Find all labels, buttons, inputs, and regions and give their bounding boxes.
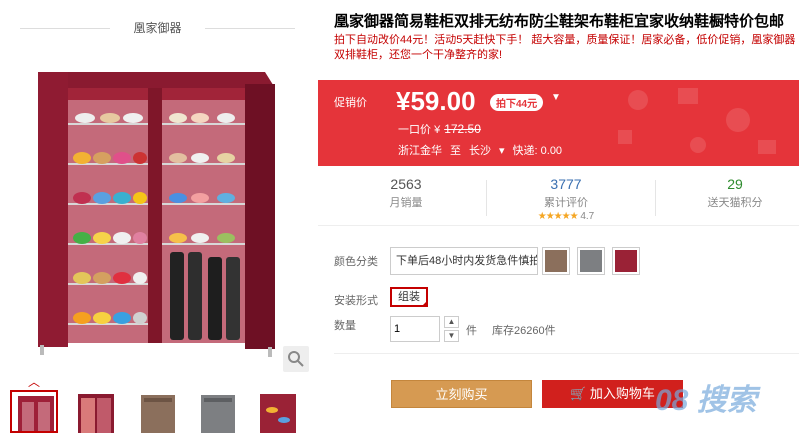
thumbnail-item[interactable] (72, 390, 120, 433)
ship-to-select[interactable]: 长沙 (469, 145, 491, 157)
thumbnail-item[interactable] (194, 390, 242, 433)
divider-line (205, 28, 295, 29)
price-panel: 促销价 ¥59.00 拍下44元 ▼ 一口价 ¥172.50 浙江金华至长沙 ▾ 快… (318, 80, 799, 166)
color-swatch-brown[interactable] (542, 247, 570, 275)
rating-stars: ★★★★★ (537, 211, 579, 222)
shipping-info: 浙江金华至长沙 ▾ 快递: 0.00 (398, 142, 570, 158)
color-swatch-red[interactable] (612, 247, 640, 275)
magnifier-icon (288, 351, 304, 367)
quantity-label: 数量 (334, 320, 356, 332)
buy-now-button[interactable]: 立刻购买 (391, 380, 532, 408)
ship-from: 浙江金华 (398, 145, 442, 157)
express-fee: 快递: 0.00 (512, 145, 563, 157)
main-product-image[interactable] (30, 62, 280, 357)
rating-value: 4.7 (580, 211, 595, 222)
sales-stats: 2563 月销量 3777 累计评价 ★★★★★ 4.7 29 送天猫积分 (318, 170, 799, 226)
tmall-points: 29 送天猫积分 (707, 176, 763, 209)
install-label: 安装形式 (334, 295, 378, 307)
quantity-increase-button[interactable]: ▲ (444, 316, 459, 328)
thumbnail-item[interactable] (134, 390, 182, 433)
product-subtitle: 拍下自动改价44元！活动5天赶快下手！ 超大容量，质量保证！居家必备，低价促销，… (334, 34, 796, 61)
color-label: 颜色分类 (334, 256, 378, 268)
thumbnail-item[interactable] (254, 390, 302, 433)
chevron-down-icon[interactable]: ▾ (499, 145, 505, 157)
chevron-up-icon[interactable]: ︿ (28, 373, 40, 390)
original-price: 一口价 ¥172.50 (398, 122, 481, 136)
brand-header: 凰家御器 (20, 18, 295, 38)
promo-price: ¥59.00 (396, 86, 476, 116)
zoom-button[interactable] (283, 346, 309, 372)
stock-count: 库存26260件 (492, 325, 556, 337)
product-title: 凰家御器简易鞋柜双排无纺布防尘鞋架布鞋柜宜家收纳鞋橱特价包邮 (334, 13, 785, 30)
chevron-down-icon[interactable]: ▼ (551, 92, 561, 103)
monthly-sales: 2563 月销量 (389, 176, 423, 209)
selected-check-icon (421, 300, 428, 307)
product-gallery: 凰家御器 ︿ (0, 0, 315, 433)
divider (334, 353, 799, 354)
quantity-unit: 件 (466, 325, 477, 337)
install-option-assemble[interactable]: 组装 (390, 287, 428, 307)
quantity-input[interactable] (390, 316, 440, 342)
total-reviews[interactable]: 3777 累计评价 ★★★★★ 4.7 (486, 176, 646, 222)
deal-badge[interactable]: 拍下44元 (490, 94, 544, 111)
thumbnail-item[interactable] (10, 390, 58, 433)
color-swatch-gray[interactable] (577, 247, 605, 275)
cart-icon: 🛒 (570, 386, 587, 401)
color-option-text[interactable]: 下单后48小时内发货急件慎拍 (390, 247, 538, 275)
watermark: 08 搜索 (655, 384, 757, 417)
quantity-decrease-button[interactable]: ▼ (444, 330, 459, 342)
add-to-cart-label: 加入购物车 (589, 386, 655, 401)
promo-price-label: 促销价 (334, 97, 367, 109)
ship-to-label: 至 (450, 145, 461, 157)
thumbnail-strip (8, 390, 308, 433)
